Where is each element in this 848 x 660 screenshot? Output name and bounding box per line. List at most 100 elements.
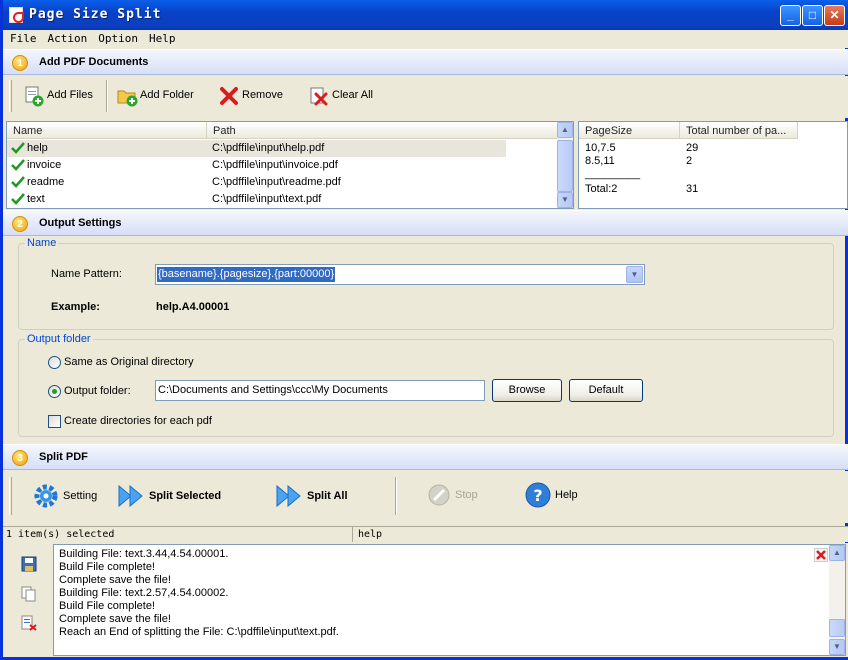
name-pattern-label: Name Pattern: [51,268,122,280]
split-selected-button[interactable]: Split Selected [117,483,221,509]
file-path: C:\pdffile\input\text.pdf [212,193,322,205]
scroll-down-icon[interactable]: ▼ [557,192,573,208]
stop-button[interactable]: Stop [427,483,478,507]
create-dirs-label[interactable]: Create directories for each pdf [64,415,212,427]
add-folder-icon [116,85,138,107]
step-badge: 3 [12,450,28,466]
browse-button[interactable]: Browse [492,379,562,402]
list-item[interactable]: 10,7.5 29 [585,142,845,155]
clear-log-icon[interactable] [21,615,37,634]
scroll-up-icon[interactable]: ▲ [829,545,845,561]
file-name: invoice [27,159,62,171]
scroll-thumb[interactable] [557,140,573,192]
stop-icon [427,483,451,507]
section-title: Output Settings [39,217,122,229]
chevron-down-icon[interactable]: ▼ [626,266,643,283]
menu-action[interactable]: Action [44,30,92,45]
table-row[interactable]: help C:\pdffile\input\help.pdf [7,140,506,157]
split-all-button[interactable]: Split All [275,483,348,509]
split-selected-label: Split Selected [149,490,222,502]
section-output-header: 2 Output Settings [3,210,848,236]
page-count: 29 [686,142,699,154]
column-header-path[interactable]: Path [207,122,560,139]
toolbar-grip[interactable] [9,80,12,112]
example-label: Example: [51,301,100,313]
column-header-total[interactable]: Total number of pa... [680,122,798,139]
step-badge: 2 [12,216,28,232]
file-list[interactable]: Name Path help C:\pdffile\input\help.pdf… [6,121,574,209]
menu-bar: File Action Option Help [3,30,848,48]
toolbar-separator [395,477,397,515]
close-button[interactable]: ✕ [824,5,845,26]
log-output[interactable]: Building File: text.3.44,4.54.00001. Bui… [53,544,846,656]
output-folder-label[interactable]: Output folder: [64,385,131,397]
page-size-list[interactable]: PageSize Total number of pa... 10,7.5 29 … [578,121,848,209]
table-row[interactable]: invoice C:\pdffile\input\invoice.pdf [7,157,560,174]
divider-row: _________ [585,168,845,181]
same-as-original-label[interactable]: Same as Original directory [64,356,194,368]
log-line: Complete save the file! [59,613,171,625]
scroll-up-icon[interactable]: ▲ [557,122,573,138]
default-button[interactable]: Default [569,379,643,402]
name-pattern-value: {basename}.{pagesize}.{part:00000} [157,267,336,282]
close-icon: ✕ [829,8,840,22]
setting-label: Setting [63,490,98,502]
total-row: Total:2 31 [585,183,845,196]
copy-icon[interactable] [21,586,37,605]
output-folder-radio[interactable] [48,385,61,398]
column-header-name[interactable]: Name [7,122,207,139]
log-line: Build File complete! [59,561,155,573]
add-files-icon [23,85,44,107]
checkmark-icon [11,141,25,155]
clear-all-button[interactable]: Clear All [308,85,373,106]
create-dirs-checkbox[interactable] [48,415,61,428]
log-scrollbar[interactable]: ▲ ▼ [829,545,845,655]
menu-option[interactable]: Option [94,30,142,45]
add-files-button[interactable]: Add Files [23,85,93,107]
maximize-button[interactable]: □ [802,5,823,26]
window-title: Page Size Split [29,7,162,22]
menu-file[interactable]: File [6,30,41,45]
section-title: Add PDF Documents [39,56,149,68]
setting-button[interactable]: Setting [33,483,97,509]
minimize-button[interactable]: _ [780,5,801,26]
table-row[interactable]: readme C:\pdffile\input\readme.pdf [7,174,560,191]
add-folder-button[interactable]: Add Folder [116,85,194,107]
scroll-thumb[interactable] [829,619,845,637]
maximize-icon: □ [808,8,817,22]
help-label: Help [555,489,578,501]
remove-button[interactable]: Remove [218,85,283,105]
same-as-original-radio[interactable] [48,356,61,369]
split-toolbar: Setting Split Selected Split All Stop ? [3,471,848,523]
close-log-icon[interactable] [814,548,828,562]
log-pane: Building File: text.3.44,4.54.00001. Bui… [3,543,848,657]
toolbar-grip[interactable] [9,477,12,515]
help-icon: ? [525,482,551,508]
checkmark-icon [11,192,25,206]
save-icon[interactable] [21,556,37,575]
add-files-label: Add Files [47,89,93,101]
minimize-icon: _ [787,8,794,22]
help-button[interactable]: ? Help [525,482,578,508]
menu-help[interactable]: Help [145,30,180,45]
total-label: Total:2 [585,183,618,195]
table-row[interactable]: text C:\pdffile\input\text.pdf [7,191,560,208]
file-list-scrollbar[interactable]: ▲ ▼ [557,122,573,208]
fast-forward-icon [275,483,303,509]
file-name: readme [27,176,65,188]
name-pattern-combo[interactable]: {basename}.{pagesize}.{part:00000} ▼ [155,264,645,285]
checkmark-icon [11,158,25,172]
status-selected: 1 item(s) selected [6,529,115,540]
output-folder-field[interactable]: C:\Documents and Settings\ccc\My Documen… [155,380,485,401]
file-name: help [27,142,48,154]
title-bar[interactable]: Page Size Split _ □ ✕ [3,0,848,30]
scroll-down-icon[interactable]: ▼ [829,639,845,655]
column-header-pagesize[interactable]: PageSize [579,122,680,139]
file-path: C:\pdffile\input\readme.pdf [212,176,341,188]
step-badge: 1 [12,55,28,71]
status-current: help [358,529,383,540]
name-group [18,243,834,330]
add-folder-label: Add Folder [140,89,194,101]
page-count: 2 [686,155,693,167]
list-item[interactable]: 8.5,11 2 [585,155,845,168]
